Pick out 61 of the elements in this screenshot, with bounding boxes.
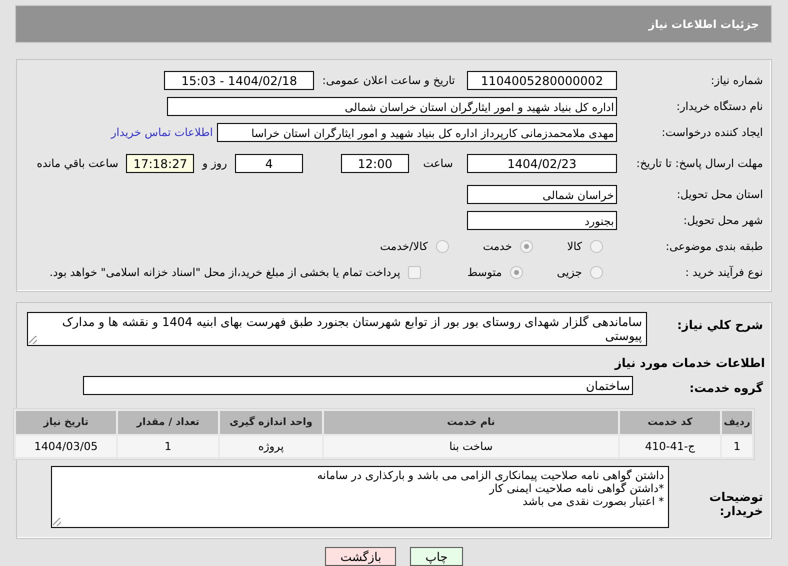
column-header: کد خدمت	[620, 411, 720, 434]
table-cell: پروژه	[220, 436, 322, 457]
checkbox-label: پرداخت تمام یا بخشی از مبلغ خرید،از محل "اسناد خزانه اسلامی" خواهد بود.	[50, 266, 400, 278]
radio-button[interactable]	[590, 240, 603, 252]
field-label: شهر محل تحویل:	[682, 214, 764, 226]
table-cell: 1	[118, 436, 218, 457]
radio-label: متوسط	[467, 266, 502, 278]
field-label: گروه خدمت:	[688, 380, 764, 395]
radio-button[interactable]	[520, 240, 534, 252]
description-field: ساماندهی گلزار شهدای روستای بور بور از توابع شهرستان بجنورد طبق فهرست بهای ابنیه 1404 و نقشه ها و مدارک پیوستی	[27, 312, 647, 346]
deadline-time-field: 12:00	[341, 154, 410, 172]
column-header: ردیف	[722, 411, 752, 434]
province-field: خراسان شمالی	[467, 184, 617, 204]
radio-label: جزیی	[556, 266, 582, 278]
radio-label: خدمت	[482, 240, 512, 252]
column-header: تاریخ نیاز	[16, 411, 116, 434]
radio-button[interactable]	[436, 240, 449, 252]
note-line: * اعتبار بصورت نقدی می باشد	[522, 495, 664, 508]
table-cell: 1	[722, 436, 752, 457]
field-label: توضیحات خریدار:	[708, 489, 764, 518]
field-label: ساعت	[422, 156, 454, 170]
field-label: ساعت باقي مانده	[36, 156, 120, 170]
radio-label: کالا/خدمت	[380, 240, 428, 252]
radio-label: کالا	[567, 240, 582, 252]
deadline-date-field: 1404/02/23	[467, 154, 617, 172]
radio-button[interactable]	[590, 266, 603, 278]
need-number-field: 1104005280000002	[467, 70, 617, 90]
table-cell: ساخت بنا	[324, 436, 618, 457]
back-button[interactable]: بازگشت	[325, 547, 396, 566]
creator-field: مهدی ملامحمدزمانی کارپرداز اداره کل بنیاد شهید و امور ایثارگران استان خراسا	[217, 122, 617, 142]
field-label: روز و	[200, 156, 228, 170]
column-header: تعداد / مقدار	[118, 411, 218, 434]
print-button[interactable]: چاپ	[410, 547, 463, 566]
field-label: نام دستگاه خریدار:	[675, 100, 764, 112]
section-title: اطلاعات خدمات مورد نیاز	[614, 355, 765, 370]
field-label: نوع فرآیند خرید :	[684, 266, 764, 278]
table-cell: ج-41-410	[620, 436, 720, 457]
column-header: واحد اندازه گیری	[220, 411, 322, 434]
resize-grip-icon[interactable]	[29, 336, 37, 344]
field-label: تاریخ و ساعت اعلان عمومی:	[321, 74, 456, 86]
page-title: جزئیات اطلاعات نیاز	[648, 18, 759, 30]
remaining-time-field: 17:18:27	[126, 154, 194, 172]
buyer-field: اداره کل بنیاد شهید و امور ایثارگران استان خراسان شمالی	[167, 96, 617, 116]
service-group-field: ساختمان	[83, 376, 633, 394]
note-line: *داشتن گواهی نامه صلاحیت ایمنی کار	[488, 482, 664, 495]
field-label: ایجاد کننده درخواست:	[660, 126, 764, 138]
city-field: بجنورد	[467, 210, 617, 230]
field-label: مهلت ارسال پاسخ: تا تاریخ:	[635, 156, 764, 170]
note-line: داشتن گواهی نامه صلاحیت پیمانکاری الزامی می باشد و بارکذاری در سامانه	[316, 469, 664, 482]
announce-date-field: 1404/02/18 - 15:03	[164, 70, 314, 90]
checkbox[interactable]	[408, 266, 422, 278]
field-label: استان محل تحویل:	[676, 188, 764, 200]
buyer-contact-link[interactable]: اطلاعات تماس خریدار	[111, 126, 217, 138]
field-label: شماره نیاز:	[710, 74, 764, 86]
table-cell: 1404/03/05	[16, 436, 116, 457]
field-label: شرح کلي نياز:	[676, 317, 764, 332]
field-label: طبقه بندی موضوعی:	[664, 240, 764, 252]
radio-button[interactable]	[510, 266, 523, 278]
column-header: نام خدمت	[324, 411, 618, 434]
resize-grip-icon[interactable]	[53, 518, 61, 526]
days-field: 4	[235, 154, 304, 172]
